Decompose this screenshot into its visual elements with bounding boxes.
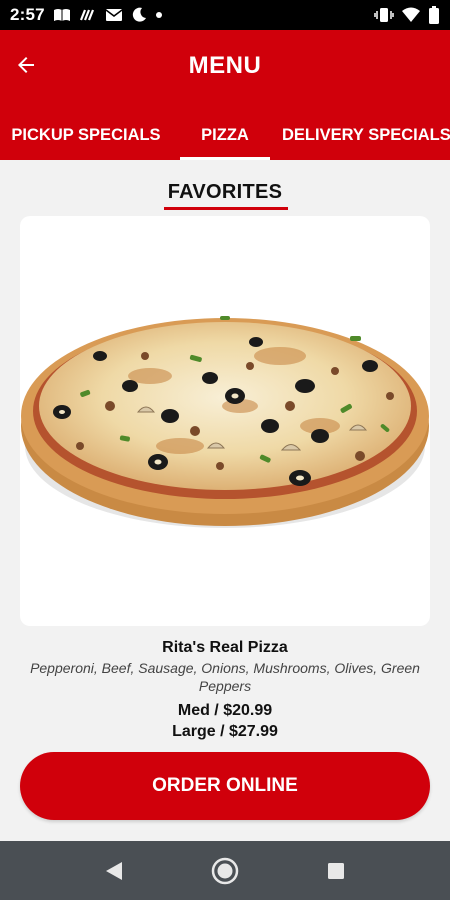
nav-home-button[interactable] — [207, 853, 243, 889]
tab-pizza[interactable]: PIZZA — [180, 110, 270, 160]
square-recents-icon — [328, 863, 344, 879]
pizza-image — [21, 316, 429, 528]
menu-tabs: PICKUP SPECIALS PIZZA DELIVERY SPECIALS — [0, 110, 450, 160]
section-title: FAVORITES — [167, 181, 283, 203]
item-image-card[interactable] — [20, 216, 430, 626]
status-left: 2:57 — [10, 5, 163, 25]
circle-home-icon — [211, 857, 239, 885]
tab-pickup-specials[interactable]: PICKUP SPECIALS — [0, 110, 172, 160]
item-name: Rita's Real Pizza — [162, 639, 288, 656]
app-logo-icon — [79, 6, 97, 24]
status-bar: 2:57 — [0, 0, 450, 30]
status-right — [374, 6, 440, 24]
section-title-underline — [164, 207, 288, 210]
wifi-icon — [402, 6, 420, 24]
system-nav-bar — [0, 841, 450, 900]
do-not-disturb-moon-icon — [131, 6, 147, 24]
nav-back-button[interactable] — [96, 853, 132, 889]
item-description: Pepperoni, Beef, Sausage, Onions, Mushro… — [30, 660, 420, 694]
app-bar: MENU PICKUP SPECIALS PIZZA DELIVERY SPEC… — [0, 30, 450, 160]
notification-dot-icon — [155, 6, 163, 24]
book-icon — [53, 6, 71, 24]
order-online-button[interactable]: ORDER ONLINE — [20, 752, 430, 820]
battery-icon — [428, 6, 440, 24]
page-title: MENU — [188, 52, 262, 79]
nav-recent-apps-button[interactable] — [318, 853, 354, 889]
mail-icon — [105, 6, 123, 24]
active-tab-indicator — [180, 157, 270, 160]
triangle-back-icon — [106, 862, 122, 880]
item-price-large: Large / $27.99 — [172, 723, 278, 740]
tab-delivery-specials[interactable]: DELIVERY SPECIALS — [282, 110, 450, 160]
status-time: 2:57 — [10, 5, 45, 24]
vibrate-icon — [374, 6, 394, 24]
item-price-medium: Med / $20.99 — [177, 702, 273, 719]
